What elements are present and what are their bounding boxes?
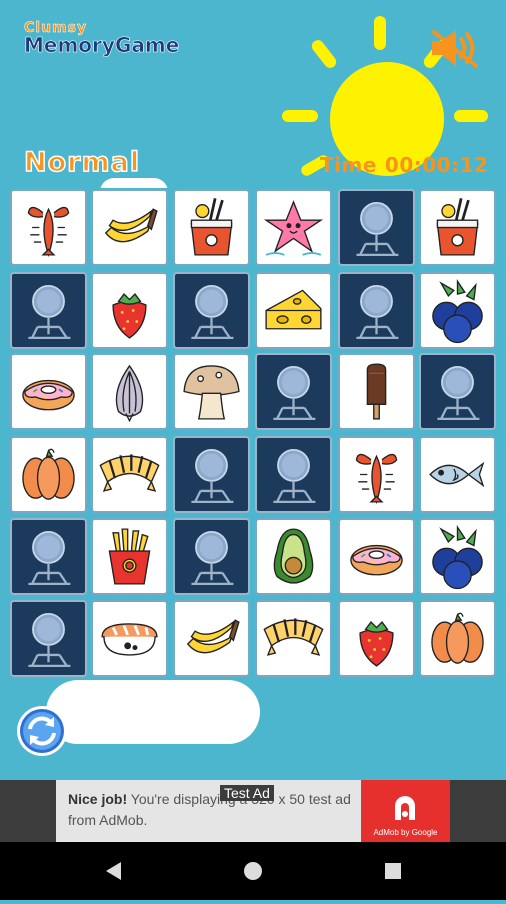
card-r5c4[interactable] xyxy=(255,518,332,595)
card-r3c2[interactable] xyxy=(91,353,168,430)
ad-text: Nice job! You're displaying a 320 x 50 t… xyxy=(68,789,354,831)
cheese-icon xyxy=(265,289,322,330)
blueberry-icon xyxy=(432,525,483,590)
donut-icon xyxy=(350,544,403,576)
card-r6c2[interactable] xyxy=(91,600,168,677)
card-r5c2[interactable] xyxy=(91,518,168,595)
android-nav-bar xyxy=(0,842,506,900)
ad-brand: AdMob by Google xyxy=(373,828,438,837)
card-back-icon xyxy=(356,201,399,257)
ad-bold-text: Nice job! xyxy=(68,791,128,807)
card-r2c6[interactable] xyxy=(419,272,496,349)
cloud-decoration xyxy=(46,680,260,744)
card-r3c4[interactable] xyxy=(255,353,332,430)
card-r6c3[interactable] xyxy=(173,600,250,677)
card-r1c6[interactable] xyxy=(419,189,496,266)
card-r1c4[interactable] xyxy=(255,189,332,266)
card-back-icon xyxy=(191,530,234,586)
card-r4c5[interactable] xyxy=(338,436,415,513)
noodles-icon xyxy=(190,198,233,256)
card-r6c5[interactable] xyxy=(338,600,415,677)
card-r3c1[interactable] xyxy=(10,353,87,430)
card-r4c4[interactable] xyxy=(255,436,332,513)
strawberry-icon xyxy=(359,621,394,667)
card-r2c2[interactable] xyxy=(91,272,168,349)
croissant-icon xyxy=(263,618,324,656)
donut-icon xyxy=(22,379,75,411)
card-r5c1[interactable] xyxy=(10,518,87,595)
card-r6c1[interactable] xyxy=(10,600,87,677)
pumpkin-icon xyxy=(431,612,484,664)
game-screen: Clumsy MemoryGame Normal Time 00:00:12 xyxy=(0,0,506,780)
timer-value: 00:00:12 xyxy=(384,153,489,177)
back-icon[interactable] xyxy=(106,862,121,880)
logo-line2: MemoryGame xyxy=(24,33,180,58)
card-back-icon xyxy=(273,448,316,504)
speaker-muted-icon[interactable] xyxy=(428,26,480,70)
fish-icon xyxy=(429,461,485,488)
card-r5c3[interactable] xyxy=(173,518,250,595)
card-r2c1[interactable] xyxy=(10,272,87,349)
sushi-icon xyxy=(101,623,158,656)
card-r2c4[interactable] xyxy=(255,272,332,349)
card-r6c6[interactable] xyxy=(419,600,496,677)
starfish-icon xyxy=(263,200,324,256)
card-r1c1[interactable] xyxy=(10,189,87,266)
card-r1c2[interactable] xyxy=(91,189,168,266)
croissant-icon xyxy=(99,454,160,492)
card-r6c4[interactable] xyxy=(255,600,332,677)
game-logo: Clumsy MemoryGame xyxy=(24,20,180,58)
card-r2c3[interactable] xyxy=(173,272,250,349)
card-r2c5[interactable] xyxy=(338,272,415,349)
card-grid xyxy=(10,188,498,678)
card-back-icon xyxy=(437,365,480,421)
blueberry-icon xyxy=(432,279,483,344)
card-r3c3[interactable] xyxy=(173,353,250,430)
refresh-icon[interactable] xyxy=(16,705,68,757)
card-back-icon xyxy=(273,365,316,421)
card-r1c5[interactable] xyxy=(338,189,415,266)
card-back-icon xyxy=(28,530,71,586)
card-r5c5[interactable] xyxy=(338,518,415,595)
home-icon[interactable] xyxy=(244,862,262,880)
avocado-icon xyxy=(273,528,314,584)
timer: Time 00:00:12 xyxy=(320,153,496,177)
card-r4c1[interactable] xyxy=(10,436,87,513)
timer-label: Time xyxy=(320,153,377,177)
card-r4c6[interactable] xyxy=(419,436,496,513)
card-r4c3[interactable] xyxy=(173,436,250,513)
card-back-icon xyxy=(356,284,399,340)
card-r3c5[interactable] xyxy=(338,353,415,430)
card-r3c6[interactable] xyxy=(419,353,496,430)
card-r4c2[interactable] xyxy=(91,436,168,513)
recents-icon[interactable] xyxy=(385,863,401,879)
crayfish-icon xyxy=(27,206,70,258)
fries-icon xyxy=(108,528,151,585)
card-back-icon xyxy=(28,284,71,340)
onion-icon xyxy=(115,364,144,423)
crayfish-icon xyxy=(355,453,398,505)
card-back-icon xyxy=(191,284,234,340)
strawberry-icon xyxy=(112,293,147,339)
pumpkin-icon xyxy=(22,448,75,500)
admob-logo: AdMob by Google xyxy=(361,780,450,842)
difficulty-label: Normal xyxy=(23,146,141,179)
ad-label: Test Ad xyxy=(220,785,274,801)
mushroom-icon xyxy=(183,365,240,420)
card-back-icon xyxy=(28,612,71,668)
card-r1c3[interactable] xyxy=(173,189,250,266)
icecream-icon xyxy=(366,363,387,420)
noodles-icon xyxy=(436,198,479,256)
banana-icon xyxy=(104,208,158,243)
card-back-icon xyxy=(191,448,234,504)
card-r5c6[interactable] xyxy=(419,518,496,595)
banana-icon xyxy=(186,619,240,654)
